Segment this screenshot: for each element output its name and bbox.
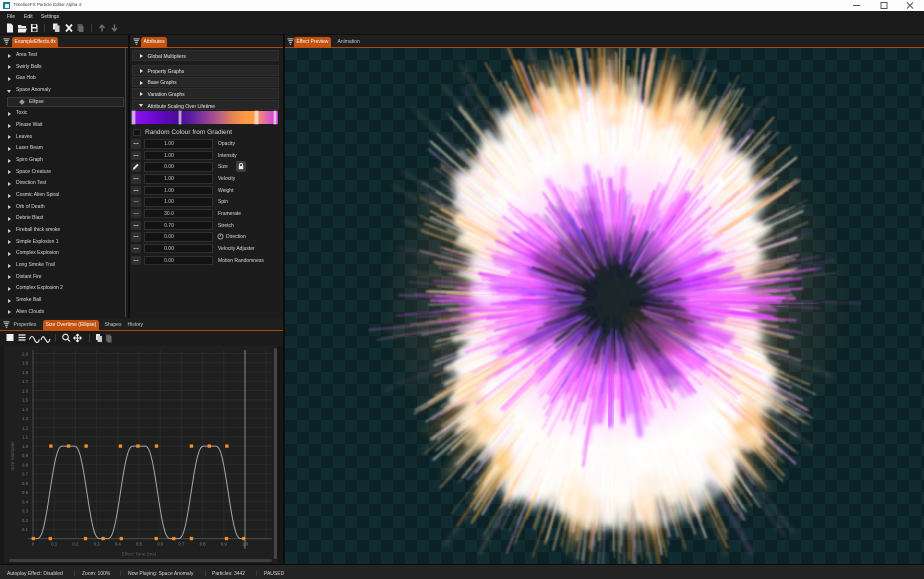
svg-text:0.3: 0.3 [94, 542, 101, 547]
svg-text:1.0: 1.0 [22, 444, 29, 449]
svg-text:1.8: 1.8 [22, 370, 29, 375]
svg-text:0.4: 0.4 [115, 542, 122, 547]
svg-text:0.9: 0.9 [221, 542, 228, 547]
svg-text:0.3: 0.3 [22, 509, 29, 514]
svg-text:2.0: 2.0 [22, 351, 29, 356]
svg-text:0.7: 0.7 [22, 472, 29, 477]
svg-text:0.2: 0.2 [22, 518, 29, 523]
svg-text:Size Multiplier: Size Multiplier [10, 441, 16, 471]
svg-text:0.1: 0.1 [22, 527, 29, 532]
svg-text:1.9: 1.9 [22, 361, 29, 366]
svg-text:0.4: 0.4 [22, 499, 29, 504]
svg-text:Effect Time (ms): Effect Time (ms) [122, 552, 157, 558]
svg-text:0.1: 0.1 [51, 542, 58, 547]
svg-text:0.8: 0.8 [200, 542, 207, 547]
svg-text:1.0: 1.0 [242, 542, 249, 547]
svg-text:0.5: 0.5 [136, 542, 143, 547]
svg-text:0.2: 0.2 [72, 542, 79, 547]
svg-text:0.5: 0.5 [22, 490, 29, 495]
svg-text:0: 0 [32, 542, 35, 547]
svg-text:1.7: 1.7 [22, 379, 29, 384]
svg-text:0.7: 0.7 [178, 542, 185, 547]
svg-text:1.1: 1.1 [22, 435, 29, 440]
svg-text:1.3: 1.3 [22, 416, 29, 421]
svg-text:0.9: 0.9 [22, 453, 29, 458]
svg-text:0.6: 0.6 [22, 481, 29, 486]
svg-text:0.6: 0.6 [157, 542, 164, 547]
svg-text:1.5: 1.5 [22, 398, 29, 403]
svg-text:1.6: 1.6 [22, 388, 29, 393]
svg-text:0.8: 0.8 [22, 462, 29, 467]
svg-text:1.2: 1.2 [22, 425, 29, 430]
svg-text:1.4: 1.4 [22, 407, 29, 412]
